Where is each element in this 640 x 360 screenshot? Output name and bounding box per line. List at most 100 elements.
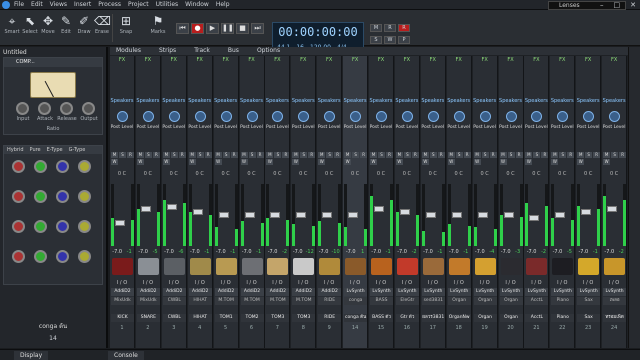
output-speakers[interactable]: Speakers: [576, 98, 600, 104]
io-label[interactable]: I / O: [343, 280, 367, 286]
io-label[interactable]: I / O: [395, 280, 419, 286]
io-label[interactable]: I / O: [499, 280, 523, 286]
strip-w-button[interactable]: W: [370, 159, 377, 165]
tab-console[interactable]: Console: [108, 351, 144, 360]
track-name[interactable]: BASS ตัว: [370, 314, 393, 322]
channel-strip[interactable]: FX Speakers Post Level M S R W 0 C -7.0 -3 I / O Lv…: [498, 56, 524, 348]
io-label[interactable]: I / O: [136, 280, 160, 286]
volume-fader[interactable]: [503, 212, 514, 218]
eq-knob[interactable]: [78, 250, 91, 263]
strip-m-button[interactable]: M: [136, 152, 144, 158]
strip-r-button[interactable]: R: [515, 152, 523, 158]
pan-value[interactable]: 0 C: [550, 171, 574, 177]
channel-strip[interactable]: FX Speakers Post Level M S R W 0 C -7.0 -5 I / O Lv…: [550, 56, 576, 348]
strip-s-button[interactable]: S: [119, 152, 126, 158]
pan-value[interactable]: 0 C: [421, 171, 445, 177]
pan-value[interactable]: 0 C: [343, 171, 367, 177]
output-speakers[interactable]: Speakers: [265, 98, 289, 104]
instrument-name[interactable]: AddiD2: [162, 288, 186, 296]
patch-name[interactable]: M.TOM: [266, 297, 290, 305]
instrument-name[interactable]: AddiD2: [111, 288, 134, 296]
pan-readout[interactable]: -12: [306, 249, 314, 255]
output-speakers[interactable]: Speakers: [369, 98, 393, 104]
pan-readout[interactable]: -3: [515, 249, 520, 255]
menu-item-help[interactable]: Help: [216, 0, 230, 10]
io-label[interactable]: I / O: [550, 280, 574, 286]
pan-value[interactable]: 0 C: [317, 171, 341, 177]
pan-readout[interactable]: -5: [153, 249, 158, 255]
send-knob[interactable]: [272, 111, 284, 122]
strip-r-button[interactable]: R: [386, 152, 393, 158]
output-speakers[interactable]: Speakers: [343, 98, 367, 104]
strip-m-button[interactable]: M: [551, 152, 559, 158]
fx-label[interactable]: FX: [499, 57, 523, 63]
pan-readout[interactable]: -1: [230, 249, 235, 255]
strip-r-button[interactable]: R: [282, 152, 290, 158]
strip-s-button[interactable]: S: [352, 152, 360, 158]
mixer-tab-bus[interactable]: Bus: [228, 47, 239, 55]
io-label[interactable]: I / O: [162, 280, 186, 286]
patch-name[interactable]: CWBL: [162, 297, 186, 305]
strip-w-button[interactable]: W: [499, 159, 507, 165]
volume-value[interactable]: -7.0: [449, 249, 459, 255]
pan-value[interactable]: 0 C: [473, 171, 497, 177]
knob-attack[interactable]: [38, 102, 51, 115]
volume-fader[interactable]: [374, 206, 384, 213]
channel-strip[interactable]: FX Speakers Post Level M S R W 0 C -7.0 -2 I / O Ad…: [265, 56, 291, 348]
strip-w-button[interactable]: W: [525, 159, 533, 165]
menu-item-file[interactable]: File: [14, 0, 24, 10]
io-label[interactable]: I / O: [421, 280, 445, 286]
track-name[interactable]: Piano: [551, 314, 575, 322]
io-label[interactable]: I / O: [188, 280, 212, 286]
strip-w-button[interactable]: W: [395, 159, 403, 165]
strip-w-button[interactable]: W: [344, 159, 352, 165]
io-label[interactable]: I / O: [473, 280, 497, 286]
rewind-button[interactable]: ⏮: [176, 23, 189, 34]
eq-knob[interactable]: [12, 250, 25, 263]
strip-r-button[interactable]: R: [204, 152, 212, 158]
channel-strip[interactable]: FX Speakers Post Level M S R W 0 C -7.0 -2 I / O Lv…: [394, 56, 420, 348]
volume-value[interactable]: -7.0: [527, 249, 537, 255]
menu-item-utilities[interactable]: Utilities: [156, 0, 179, 10]
strip-m-button[interactable]: M: [344, 152, 352, 158]
patch-name[interactable]: MixUdk: [111, 297, 134, 305]
patch-name[interactable]: M.TOM: [292, 297, 316, 305]
instrument-name[interactable]: LvSynth: [395, 288, 419, 296]
track-name[interactable]: TOM2: [240, 314, 264, 322]
volume-fader[interactable]: [296, 212, 307, 218]
strip-s-button[interactable]: S: [585, 152, 593, 158]
channel-strip[interactable]: FX Speakers Post Level M S R W 0 C -7.0 -1 I / O Lv…: [446, 56, 472, 348]
output-speakers[interactable]: Speakers: [447, 98, 471, 104]
send-knob[interactable]: [168, 111, 180, 122]
instrument-name[interactable]: LvSynth: [447, 288, 471, 296]
track-name[interactable]: conga ต้น: [344, 314, 368, 322]
instrument-name[interactable]: AddiD2: [318, 288, 342, 296]
fx-label[interactable]: FX: [343, 57, 367, 63]
eq-knob[interactable]: [12, 220, 25, 233]
strip-r-button[interactable]: R: [308, 152, 316, 158]
pan-value[interactable]: 0 C: [110, 171, 134, 177]
record-button[interactable]: ●: [191, 23, 204, 34]
volume-value[interactable]: -7.0: [138, 249, 148, 255]
strip-s-button[interactable]: S: [196, 152, 204, 158]
strip-m-button[interactable]: M: [577, 152, 585, 158]
mixer-tab-options[interactable]: Options: [257, 47, 280, 55]
pan-readout[interactable]: -2: [412, 249, 417, 255]
strip-r-button[interactable]: R: [152, 152, 160, 158]
tool-move-button[interactable]: ✥ Move: [40, 13, 56, 35]
menu-item-views[interactable]: Views: [50, 0, 67, 10]
menu-item-process[interactable]: Process: [98, 0, 121, 10]
output-speakers[interactable]: Speakers: [473, 98, 497, 104]
strip-r-button[interactable]: R: [411, 152, 419, 158]
strip-w-button[interactable]: W: [447, 159, 455, 165]
instrument-name[interactable]: LvSynth: [344, 288, 368, 296]
strip-w-button[interactable]: W: [111, 159, 118, 165]
instrument-name[interactable]: LvSynth: [499, 288, 523, 296]
send-knob[interactable]: [324, 111, 336, 122]
instrument-name[interactable]: LvSynth: [577, 288, 601, 296]
close-icon[interactable]: ✕: [630, 0, 636, 10]
volume-fader[interactable]: [218, 212, 229, 218]
volume-fader[interactable]: [244, 212, 255, 218]
instrument-name[interactable]: LvSynth: [421, 288, 445, 296]
strip-w-button[interactable]: W: [318, 159, 326, 165]
